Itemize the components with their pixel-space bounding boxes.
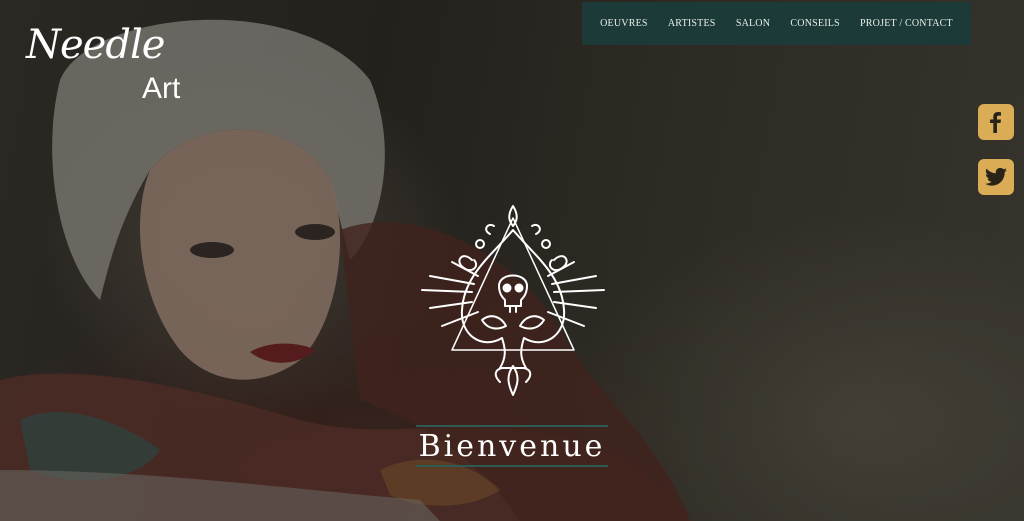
- skull-emblem-icon: [421, 205, 605, 396]
- hero-section: Needle Art OEUVRES ARTISTES SALON CONSEI…: [0, 0, 1024, 521]
- main-navigation: OEUVRES ARTISTES SALON CONSEILS PROJET /…: [582, 2, 971, 45]
- site-logo[interactable]: Needle Art: [26, 22, 196, 112]
- nav-item-artistes[interactable]: ARTISTES: [668, 18, 716, 29]
- welcome-text: Bienvenue: [418, 428, 606, 464]
- logo-script-text: Needle: [26, 22, 165, 68]
- nav-item-oeuvres[interactable]: OEUVRES: [600, 18, 648, 29]
- nav-item-salon[interactable]: SALON: [736, 18, 770, 29]
- logo-sub-text: Art: [142, 72, 181, 105]
- facebook-button[interactable]: [978, 104, 1014, 140]
- facebook-icon: [990, 112, 1001, 133]
- welcome-heading: Bienvenue: [416, 425, 608, 467]
- twitter-icon: [985, 167, 1007, 186]
- twitter-button[interactable]: [978, 159, 1014, 195]
- nav-item-conseils[interactable]: CONSEILS: [790, 18, 839, 29]
- nav-item-projet-contact[interactable]: PROJET / CONTACT: [860, 18, 953, 29]
